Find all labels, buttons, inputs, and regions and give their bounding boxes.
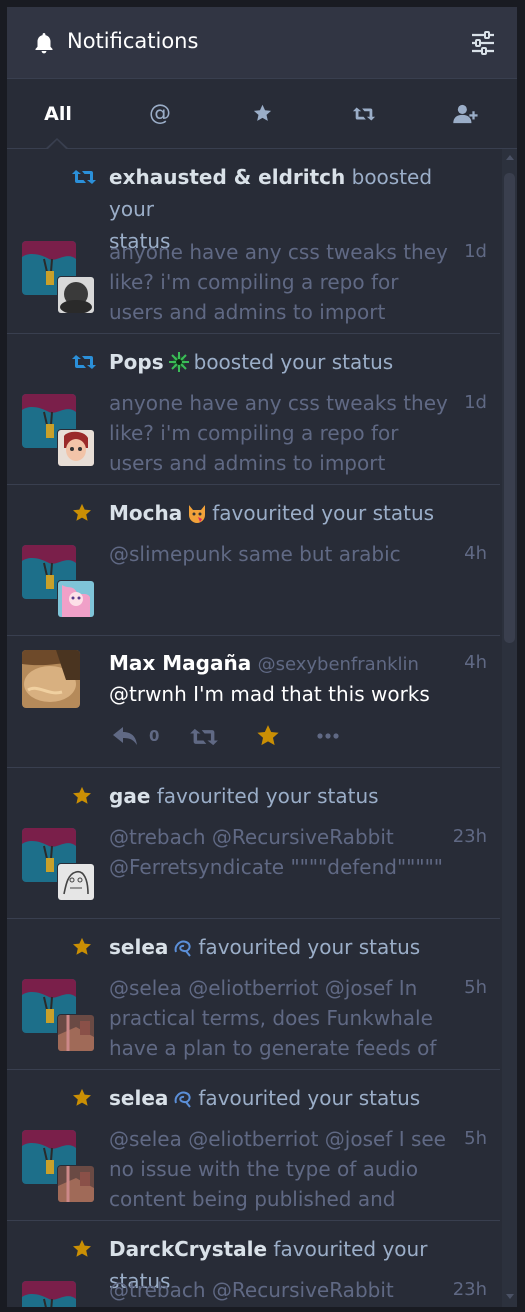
filter-boosts-tab[interactable] xyxy=(313,79,415,148)
notification-list[interactable]: exhausted & eldritch boosted your status… xyxy=(7,149,500,1307)
star-icon xyxy=(73,1239,91,1257)
status-content[interactable]: anyone have any css tweaks they like? i'… xyxy=(109,388,454,478)
star-icon xyxy=(73,503,91,521)
avatar-group[interactable] xyxy=(22,394,98,470)
at-icon: @ xyxy=(149,101,171,126)
scrollbar[interactable] xyxy=(502,149,517,1307)
timestamp[interactable]: 5h xyxy=(447,1128,487,1149)
filter-favourites-tab[interactable] xyxy=(211,79,313,148)
swirl-emoji xyxy=(175,940,192,957)
avatar-group[interactable] xyxy=(22,828,98,904)
bell-icon xyxy=(35,33,53,54)
status-content[interactable]: @selea @eliotberriot @josef I see no iss… xyxy=(109,1124,454,1214)
actor-name[interactable]: Mocha xyxy=(109,501,182,525)
avatar-overlay[interactable] xyxy=(57,429,95,467)
status-header: Max Magaña @sexybenfranklin xyxy=(109,648,419,680)
avatar-overlay[interactable] xyxy=(57,863,95,901)
star-icon xyxy=(73,937,91,955)
column-header[interactable]: Notifications xyxy=(7,7,517,79)
reply-count: 0 xyxy=(149,727,160,745)
column-title: Notifications xyxy=(67,29,199,53)
timestamp[interactable]: 4h xyxy=(447,543,487,564)
actor-name[interactable]: selea xyxy=(109,1086,168,1110)
scroll-up-arrow[interactable] xyxy=(506,155,514,160)
retweet-icon xyxy=(72,355,96,369)
sliders-icon[interactable] xyxy=(470,30,496,56)
favourite-button[interactable] xyxy=(255,723,281,749)
actor-name[interactable]: selea xyxy=(109,935,168,959)
timestamp[interactable]: 1d xyxy=(447,241,487,262)
notification-prepend: exhausted & eldritch boosted your status xyxy=(71,161,471,253)
notification-prepend: selea favourited your status xyxy=(71,1082,471,1114)
notifications-column: Notifications All @ exhausted & eldritch… xyxy=(7,7,517,1307)
notification-prepend: Pops boosted your status xyxy=(71,346,471,378)
actor-name[interactable]: exhausted & eldritch xyxy=(109,165,345,189)
status-content[interactable]: @trebach @RecursiveRabbit @Ferretsyndica… xyxy=(109,822,454,912)
status-content[interactable]: @slimepunk same but arabic xyxy=(109,539,454,629)
notification-favourite[interactable]: gae favourited your status @trebach @Rec… xyxy=(7,768,500,919)
filter-bar: All @ xyxy=(7,79,517,149)
avatar[interactable] xyxy=(22,650,80,708)
star-icon xyxy=(73,1088,91,1106)
avatar-overlay[interactable] xyxy=(57,1014,95,1052)
account-handle[interactable]: @sexybenfranklin xyxy=(258,654,419,675)
avatar-group[interactable] xyxy=(22,979,98,1055)
actor-name[interactable]: Pops xyxy=(109,350,164,374)
status-content[interactable]: @selea @eliotberriot @josef In practical… xyxy=(109,973,454,1063)
star-icon xyxy=(73,786,91,804)
notification-action: boosted your status xyxy=(193,350,394,374)
actor-name[interactable]: gae xyxy=(109,784,150,808)
avatar-overlay[interactable] xyxy=(57,276,95,314)
avatar-group[interactable] xyxy=(22,241,98,317)
notification-prepend: selea favourited your status xyxy=(71,931,471,963)
star-icon xyxy=(253,104,271,121)
boost-button[interactable] xyxy=(189,726,219,748)
reply-all-icon[interactable] xyxy=(111,724,141,748)
notification-mention[interactable]: Max Magaña @sexybenfranklin 4h @trwnh I'… xyxy=(7,636,500,768)
user-plus-icon xyxy=(453,104,478,123)
avatar-overlay[interactable] xyxy=(57,580,95,618)
more-icon[interactable] xyxy=(317,732,339,740)
scrollbar-thumb[interactable] xyxy=(504,173,515,643)
status-content[interactable]: @trwnh I'm mad that this works xyxy=(109,679,479,709)
notification-boost[interactable]: Pops boosted your status anyone have any … xyxy=(7,334,500,485)
status-content[interactable]: anyone have any css tweaks they like? i'… xyxy=(109,237,454,327)
display-name[interactable]: Max Magaña xyxy=(109,651,251,675)
timestamp[interactable]: 23h xyxy=(447,826,487,847)
status-content[interactable]: @trebach @RecursiveRabbit xyxy=(109,1275,454,1307)
timestamp[interactable]: 4h xyxy=(447,652,487,673)
avatar-group[interactable] xyxy=(22,1281,98,1307)
avatar-overlay[interactable] xyxy=(57,1165,95,1203)
notification-favourite[interactable]: Mocha favourited your status @slimepunk s… xyxy=(7,485,500,636)
avatar[interactable] xyxy=(22,1281,76,1307)
retweet-icon xyxy=(352,107,376,120)
notification-action: favourited your status xyxy=(198,935,421,959)
custom-emoji xyxy=(168,352,189,372)
notification-favourite[interactable]: selea favourited your status @selea @elio… xyxy=(7,919,500,1070)
actor-name[interactable]: DarckCrystale xyxy=(109,1237,267,1261)
avatar-group[interactable] xyxy=(22,545,98,621)
notification-prepend: gae favourited your status xyxy=(71,780,471,812)
swirl-emoji xyxy=(175,1091,192,1108)
cat-kiss-emoji xyxy=(189,505,206,523)
notification-action: favourited your status xyxy=(212,501,435,525)
scroll-down-arrow[interactable] xyxy=(506,1294,514,1299)
avatar-group[interactable] xyxy=(22,1130,98,1206)
filter-all-label: All xyxy=(44,102,72,125)
notification-prepend: DarckCrystale favourited your status xyxy=(71,1233,471,1293)
notification-favourite[interactable]: DarckCrystale favourited your status @tr… xyxy=(7,1221,500,1307)
filter-mentions-tab[interactable]: @ xyxy=(109,79,211,148)
avatar-group[interactable] xyxy=(22,650,80,708)
notification-boost[interactable]: exhausted & eldritch boosted your status… xyxy=(7,149,500,334)
filter-follows-tab[interactable] xyxy=(415,79,517,148)
timestamp[interactable]: 23h xyxy=(447,1279,487,1300)
notification-action: favourited your status xyxy=(150,784,379,808)
notification-favourite[interactable]: selea favourited your status @selea @elio… xyxy=(7,1070,500,1221)
timestamp[interactable]: 1d xyxy=(447,392,487,413)
status-action-bar: 0 xyxy=(109,722,489,752)
timestamp[interactable]: 5h xyxy=(447,977,487,998)
notification-action: favourited your status xyxy=(198,1086,421,1110)
notification-prepend: Mocha favourited your status xyxy=(71,497,471,529)
retweet-icon xyxy=(72,170,96,184)
